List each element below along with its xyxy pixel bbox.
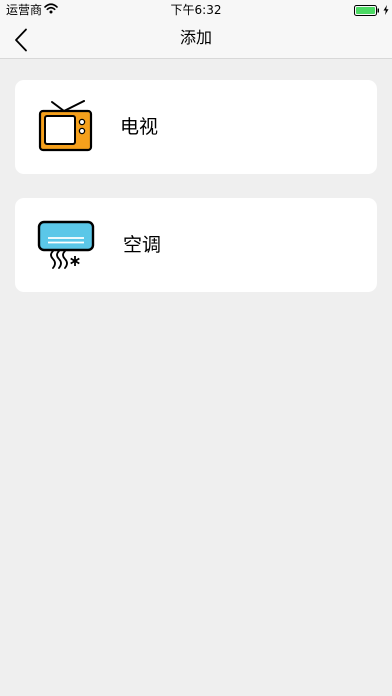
device-card-tv[interactable]: 电视 <box>15 80 377 174</box>
battery-icon <box>354 5 380 19</box>
status-bar: 运营商 下午6:32 <box>0 0 392 20</box>
page-title: 添加 <box>179 28 212 47</box>
charging-icon <box>383 4 389 18</box>
device-label-air-conditioner: 空调 <box>123 234 162 256</box>
device-label-tv: 电视 <box>120 116 159 138</box>
navigation-bar: 添加 <box>0 20 392 59</box>
status-time: 下午6:32 <box>170 3 222 17</box>
device-card-air-conditioner[interactable]: 空调 <box>15 198 377 292</box>
air-conditioner-icon <box>37 220 95 276</box>
tv-icon <box>38 100 94 158</box>
